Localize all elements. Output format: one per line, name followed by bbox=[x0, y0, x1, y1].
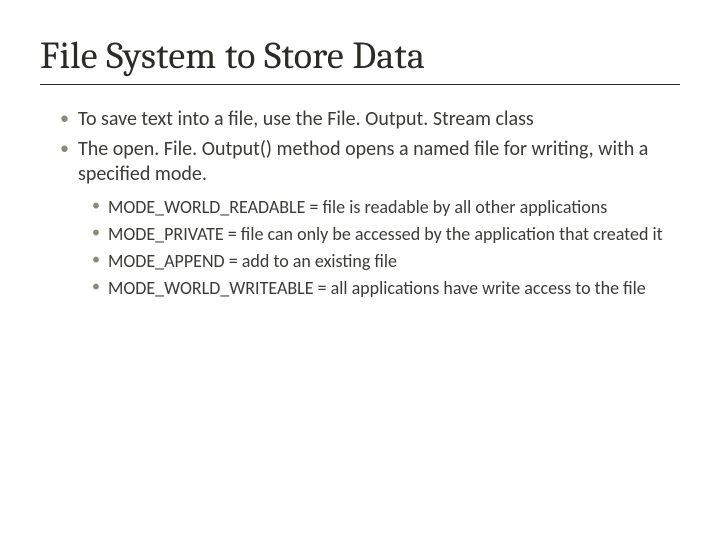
slide-title: File System to Store Data bbox=[40, 34, 680, 78]
bullet-list-level2: MODE_WORLD_READABLE = file is readable b… bbox=[92, 196, 680, 300]
list-item: To save text into a file, use the File. … bbox=[60, 107, 680, 133]
list-item: The open. File. Output() method opens a … bbox=[60, 137, 680, 188]
list-item: MODE_PRIVATE = file can only be accessed… bbox=[92, 223, 680, 246]
bullet-list-level1: To save text into a file, use the File. … bbox=[60, 107, 680, 188]
title-rule bbox=[40, 84, 680, 85]
slide: File System to Store Data To save text i… bbox=[0, 0, 720, 540]
list-item: MODE_WORLD_WRITEABLE = all applications … bbox=[92, 277, 680, 300]
list-item: MODE_APPEND = add to an existing file bbox=[92, 250, 680, 273]
list-item: MODE_WORLD_READABLE = file is readable b… bbox=[92, 196, 680, 219]
